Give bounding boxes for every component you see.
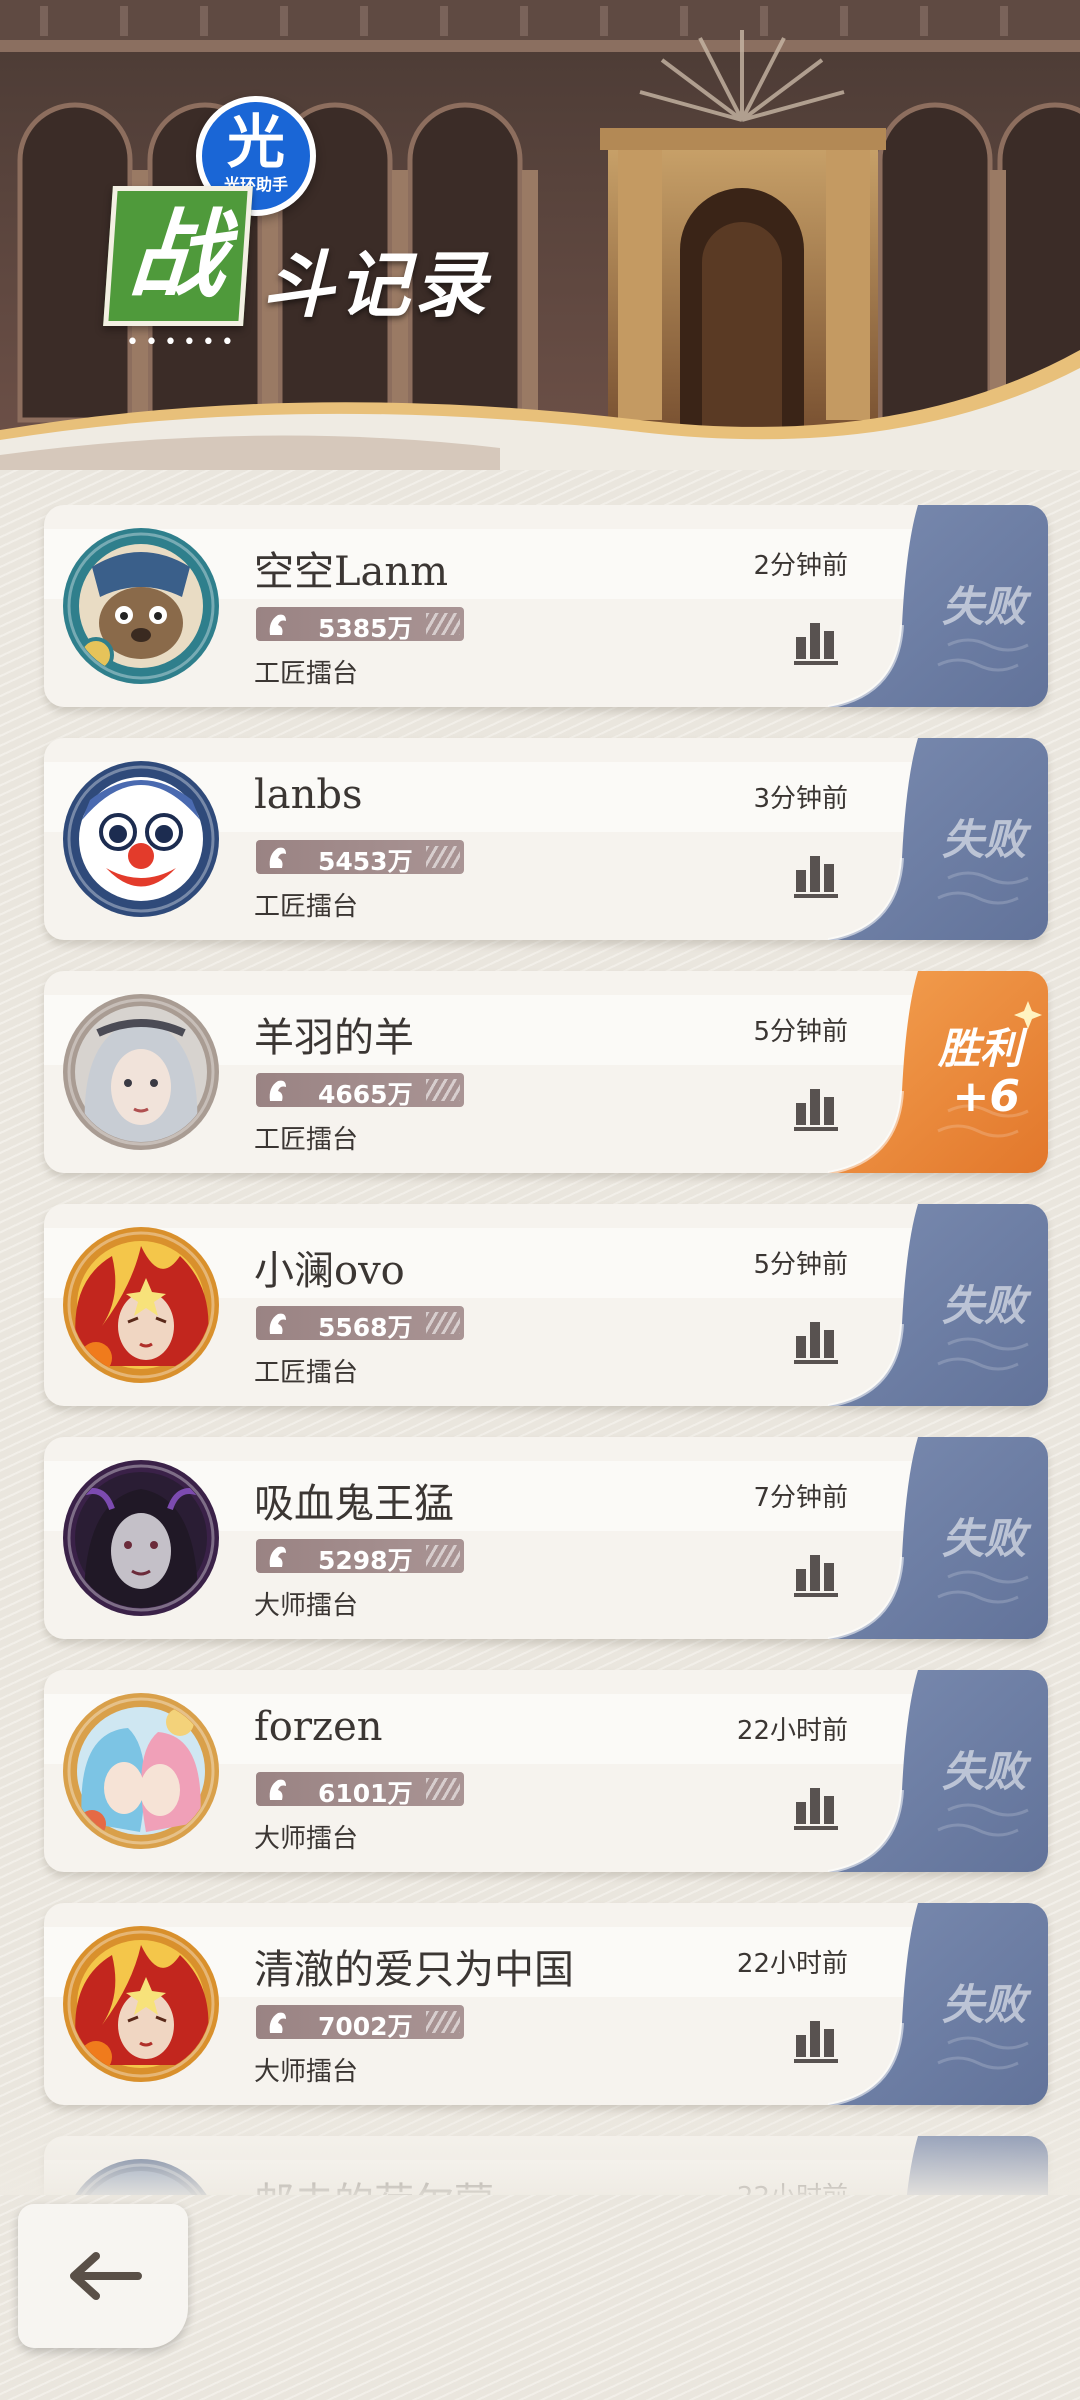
page-title-emblem: 战 [103,186,253,326]
power-icon [269,1080,286,1101]
back-arrow-icon [70,2252,142,2300]
power-score: 5568万 [318,1313,413,1342]
page-title: 斗记录 [262,243,491,327]
arena-name: 工匠擂台 [254,892,359,922]
opponent-avatar[interactable] [62,993,220,1151]
power-score: 5298万 [318,1546,413,1575]
power-score-badge: 7002万 [256,2005,464,2041]
title-decoration: •••••• [126,330,240,355]
back-button[interactable] [18,2204,188,2348]
list-fade-overlay [0,2105,1080,2195]
result-label: 失败 [941,1514,1026,1563]
arena-name: 大师擂台 [254,2057,359,2087]
opponent-name: 清澈的爱只为中国 [254,1947,574,1993]
opponent-name: lanbs [254,772,363,818]
defeat-badge: 失败 [828,1670,1048,1872]
badge-glyph: 光 [226,108,285,176]
opponent-name: 空空Lanm [254,549,449,595]
defeat-badge: 失败 [828,505,1048,707]
opponent-avatar[interactable] [62,1226,220,1384]
arena-name: 大师擂台 [254,1591,359,1621]
battle-record-card[interactable]: 空空Lanm 2分钟前 5385万 工匠擂台 失败 [44,505,1048,707]
battle-record-card[interactable]: forzen 22小时前 6101万 大师擂台 失败 [44,1670,1048,1872]
power-icon [269,847,286,868]
opponent-avatar[interactable] [62,1692,220,1850]
power-score-badge: 6101万 [256,1772,464,1808]
power-icon [269,1313,286,1334]
battle-record-card[interactable]: 小澜ovo 5分钟前 5568万 工匠擂台 失败 [44,1204,1048,1406]
battle-record-list[interactable]: 空空Lanm 2分钟前 5385万 工匠擂台 失败 lanbs 3分钟前 545… [0,505,1080,2195]
power-icon [269,1546,286,1567]
score-change: +6 [952,1071,1020,1122]
power-score-badge: 5385万 [256,607,464,643]
opponent-avatar[interactable] [62,527,220,685]
result-label: 失败 [941,1980,1026,2029]
power-score: 5453万 [318,847,413,876]
defeat-badge: 失败 [828,1204,1048,1406]
result-label: 失败 [941,815,1026,864]
arena-name: 大师擂台 [254,1824,359,1854]
arena-name: 工匠擂台 [254,1125,359,1155]
result-label: 失败 [941,582,1026,631]
defeat-badge: 失败 [828,738,1048,940]
battle-record-card[interactable]: 清澈的爱只为中国 22小时前 7002万 大师擂台 失败 [44,1903,1048,2105]
battle-record-card[interactable]: 吸血鬼王猛 7分钟前 5298万 大师擂台 失败 [44,1437,1048,1639]
power-score: 6101万 [318,1779,413,1808]
power-score: 5385万 [318,614,413,643]
opponent-name: 小澜ovo [254,1248,405,1294]
opponent-name: 吸血鬼王猛 [254,1481,454,1527]
opponent-name: 羊羽的羊 [254,1015,414,1061]
header-banner: 光 光环助手 战 斗记录 •••••• [0,0,1080,470]
defeat-badge: 失败 [828,1903,1048,2105]
power-score: 7002万 [318,2012,413,2041]
power-icon [269,2012,286,2033]
arena-name: 工匠擂台 [254,1358,359,1388]
opponent-name: forzen [254,1704,383,1750]
power-score: 4665万 [318,1080,413,1109]
power-icon [269,614,286,635]
battle-record-card[interactable]: lanbs 3分钟前 5453万 工匠擂台 失败 [44,738,1048,940]
power-icon [269,1779,286,1800]
power-score-badge: 4665万 [256,1073,464,1109]
result-label: 胜利 [937,1024,1022,1073]
opponent-avatar[interactable] [62,760,220,918]
victory-badge: 胜利 +6 [828,971,1048,1173]
power-score-badge: 5568万 [256,1306,464,1342]
opponent-avatar[interactable] [62,1925,220,2083]
defeat-badge: 失败 [828,1437,1048,1639]
result-label: 失败 [941,1281,1026,1330]
opponent-avatar[interactable] [62,1459,220,1617]
battle-record-card[interactable]: 羊羽的羊 5分钟前 4665万 工匠擂台 胜利 +6 [44,971,1048,1173]
power-score-badge: 5453万 [256,840,464,876]
result-label: 失败 [941,1747,1026,1796]
arena-name: 工匠擂台 [254,659,359,689]
power-score-badge: 5298万 [256,1539,464,1575]
